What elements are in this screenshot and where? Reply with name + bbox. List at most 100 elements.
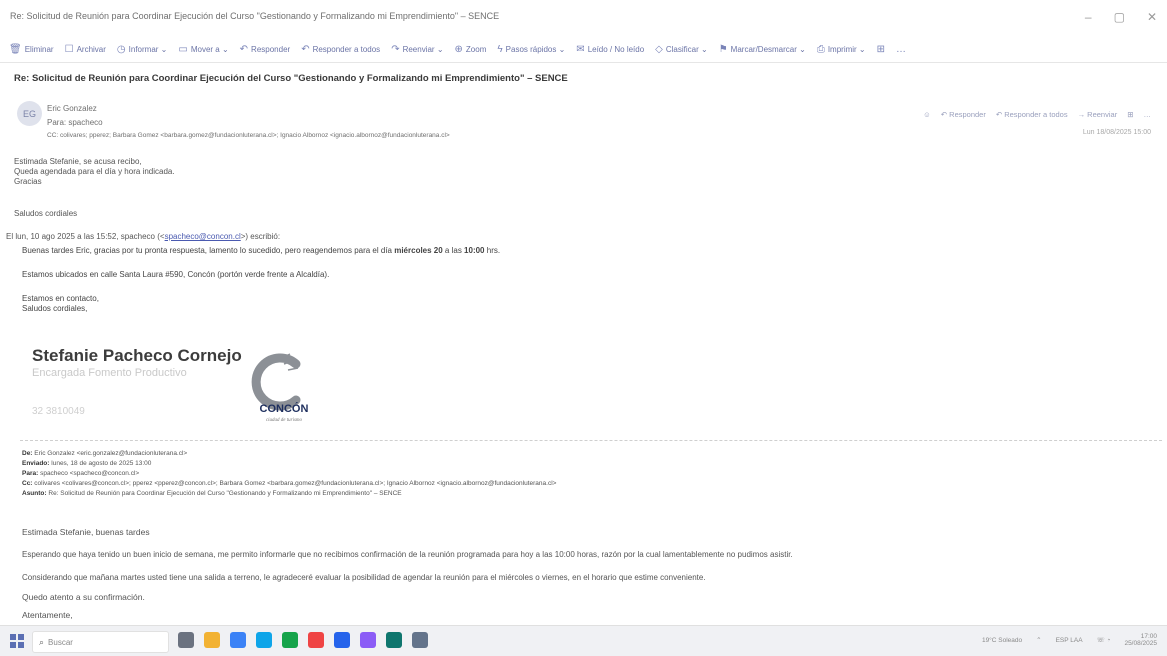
weather-widget[interactable]: 19°C Soleado bbox=[982, 637, 1022, 644]
report-icon: ◷ bbox=[116, 43, 126, 55]
delete-button[interactable]: 🗑 Eliminar bbox=[9, 44, 54, 55]
read-unread-icon: ✉ bbox=[576, 43, 585, 55]
classify-icon: ◇ bbox=[655, 43, 663, 55]
chevron-up-icon[interactable]: ⌃ bbox=[1036, 636, 1041, 644]
earlier-greeting: Estimada Stefanie, buenas tardes bbox=[22, 527, 150, 537]
message-body: Estimada Stefanie, se acusa recibo, Qued… bbox=[14, 157, 175, 187]
close-button[interactable]: ✕ bbox=[1147, 10, 1157, 24]
taskbar: ⌕ Buscar 19°C Soleado ⌃ ESP LAA ☏ ◔ 17:00… bbox=[0, 625, 1167, 656]
wifi-volume-icon[interactable]: ☏ ◔ bbox=[1097, 636, 1111, 644]
forward-action[interactable]: → Reenviar bbox=[1078, 110, 1118, 119]
closing: Saludos cordiales bbox=[14, 209, 78, 218]
avatar[interactable]: EG bbox=[17, 101, 42, 126]
start-button[interactable] bbox=[10, 634, 24, 648]
toolbar-divider bbox=[0, 62, 1167, 63]
quote-paragraph: Estamos ubicados en calle Santa Laura #5… bbox=[22, 270, 330, 279]
signature-role: Encargada Fomento Productivo bbox=[32, 367, 187, 379]
flag-icon: ⚑ bbox=[718, 43, 728, 55]
body-line: Gracias bbox=[14, 177, 42, 186]
more-icon: … bbox=[896, 43, 907, 55]
report-button[interactable]: ◷ Informar ⌄ bbox=[117, 44, 167, 55]
sender-name[interactable]: Eric Gonzalez bbox=[47, 104, 97, 113]
reply-button[interactable]: ↶ Responder bbox=[240, 44, 291, 55]
search-icon: ⌕ bbox=[39, 636, 45, 647]
body-line: Estimada Stefanie, se acusa recibo, bbox=[14, 157, 142, 166]
message-date: Lun 18/08/2025 15:00 bbox=[1082, 129, 1151, 136]
forward-from: De: Eric Gonzalez <eric.gonzalez@fundaci… bbox=[22, 450, 188, 457]
signature-name: Stefanie Pacheco Cornejo bbox=[32, 346, 242, 365]
classify-button[interactable]: ◇ Clasificar ⌄ bbox=[655, 44, 708, 55]
taskbar-app-icon[interactable] bbox=[334, 632, 350, 648]
system-tray: 19°C Soleado ⌃ ESP LAA ☏ ◔ 17:00 25/08/20… bbox=[982, 633, 1157, 647]
reply-icon: ↶ bbox=[239, 43, 249, 55]
pinned-apps bbox=[178, 632, 428, 648]
move-to-button[interactable]: ▭ Mover a ⌄ bbox=[178, 44, 228, 55]
svg-text:ciudad de turismo: ciudad de turismo bbox=[266, 418, 303, 423]
svg-text:CONCÓN: CONCÓN bbox=[260, 402, 309, 415]
recipient-line: Para: spacheco bbox=[47, 118, 103, 127]
forward-button[interactable]: ↷ Reenviar ⌄ bbox=[391, 44, 443, 55]
read-unread-button[interactable]: ✉ Leído / No leído bbox=[576, 44, 644, 55]
reply-all-action[interactable]: ↶ Responder a todos bbox=[996, 110, 1068, 119]
earlier-closing: Atentamente, bbox=[22, 610, 73, 620]
earlier-paragraph: Considerando que mañana martes usted tie… bbox=[22, 573, 706, 582]
email-link[interactable]: spacheco@concon.cl bbox=[165, 232, 241, 241]
taskbar-app-icon[interactable] bbox=[230, 632, 246, 648]
quick-steps-button[interactable]: ϟ Pasos rápidos ⌄ bbox=[497, 44, 565, 55]
quote-paragraph: Saludos cordiales, bbox=[22, 304, 88, 313]
earlier-paragraph: Quedo atento a su confirmación. bbox=[22, 592, 145, 602]
reply-all-button[interactable]: ↶ Responder a todos bbox=[301, 44, 380, 55]
clock[interactable]: 17:00 25/08/2025 bbox=[1124, 633, 1157, 647]
zoom-button[interactable]: ⊕ Zoom bbox=[455, 44, 487, 55]
print-icon: ⎙ bbox=[816, 43, 825, 55]
forward-cc: Cc: colivares <colivares@concon.cl>; ppe… bbox=[22, 480, 557, 487]
forward-icon: ↷ bbox=[391, 43, 400, 55]
reply-all-icon: ↶ bbox=[301, 43, 310, 55]
earlier-paragraph: Esperando que haya tenido un buen inicio… bbox=[22, 550, 793, 559]
title-bar: Re: Solicitud de Reunión para Coordinar … bbox=[0, 0, 1167, 32]
taskbar-app-icon[interactable] bbox=[256, 632, 272, 648]
forward-to: Para: spacheco <spacheco@concon.cl> bbox=[22, 470, 140, 477]
quote-intro: El lun, 10 ago 2025 a las 15:52, spachec… bbox=[6, 232, 281, 241]
quick-steps-icon: ϟ bbox=[497, 43, 503, 55]
more-actions-icon[interactable]: … bbox=[1144, 110, 1152, 119]
message-actions: ☺ ↶ Responder ↶ Responder a todos → Reen… bbox=[923, 110, 1151, 119]
taskbar-search-input[interactable]: ⌕ Buscar bbox=[32, 631, 169, 653]
taskbar-app-icon[interactable] bbox=[282, 632, 298, 648]
language-indicator[interactable]: ESP LAA bbox=[1056, 637, 1083, 644]
body-line: Queda agendada para el día y hora indica… bbox=[14, 167, 175, 176]
reply-action[interactable]: ↶ Responder bbox=[941, 110, 986, 119]
print-button[interactable]: ⎙ Imprimir ⌄ bbox=[817, 44, 866, 55]
quote-paragraph: Estamos en contacto, bbox=[22, 294, 99, 303]
taskbar-app-icon[interactable] bbox=[178, 632, 194, 648]
taskbar-app-icon[interactable] bbox=[360, 632, 376, 648]
more-button[interactable]: … bbox=[896, 44, 906, 55]
ribbon-toolbar: 🗑 Eliminar ☐ Archivar ◷ Informar ⌄ ▭ Mover a… bbox=[0, 40, 1167, 58]
concon-logo: CONCÓN ciudad de turismo bbox=[251, 353, 309, 423]
taskbar-app-icon[interactable] bbox=[386, 632, 402, 648]
move-icon: ▭ bbox=[178, 43, 188, 55]
forward-subject: Asunto: Re: Solicitud de Reunión para Co… bbox=[22, 490, 402, 497]
signature-phone: 32 3810049 bbox=[32, 406, 85, 417]
window-title: Re: Solicitud de Reunión para Coordinar … bbox=[10, 11, 500, 21]
taskbar-app-icon[interactable] bbox=[204, 632, 220, 648]
quote-paragraph: Buenas tardes Eric, gracias por tu pront… bbox=[22, 246, 501, 255]
taskbar-app-icon[interactable] bbox=[308, 632, 324, 648]
archive-button[interactable]: ☐ Archivar bbox=[65, 44, 106, 55]
taskbar-app-icon[interactable] bbox=[412, 632, 428, 648]
maximize-button[interactable]: ▢ bbox=[1114, 10, 1125, 24]
react-icon[interactable]: ☺ bbox=[923, 110, 931, 119]
forward-separator bbox=[20, 440, 1162, 441]
cc-line: CC: colivares; pperez; Barbara Gomez <ba… bbox=[47, 132, 450, 139]
forward-sent: Enviado: lunes, 18 de agosto de 2025 13:… bbox=[22, 460, 152, 467]
window-controls: – ▢ ✕ bbox=[1085, 10, 1157, 24]
flag-button[interactable]: ⚑ Marcar/Desmarcar ⌄ bbox=[719, 44, 806, 55]
apps-icon[interactable]: ⊞ bbox=[1127, 110, 1133, 119]
translate-icon: ⊞ bbox=[876, 43, 886, 55]
minimize-button[interactable]: – bbox=[1085, 10, 1092, 24]
archive-icon: ☐ bbox=[64, 43, 74, 55]
zoom-icon: ⊕ bbox=[454, 43, 463, 55]
message-subject: Re: Solicitud de Reunión para Coordinar … bbox=[14, 73, 568, 84]
trash-icon: 🗑 bbox=[9, 43, 22, 55]
translate-button[interactable]: ⊞ bbox=[877, 44, 885, 55]
